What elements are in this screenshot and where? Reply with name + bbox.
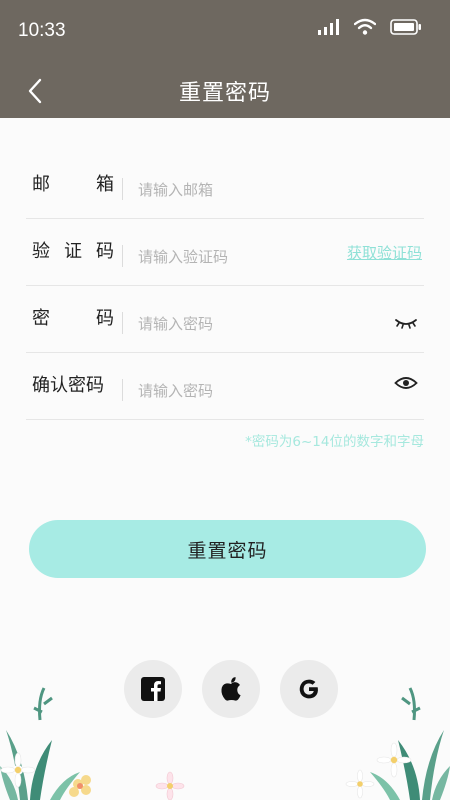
password-row: 密 码 (26, 286, 424, 353)
signal-icon (318, 18, 339, 35)
confirm-password-row: 确认密码 (26, 353, 424, 420)
email-row: 邮 箱 (26, 152, 424, 219)
google-icon (299, 679, 318, 699)
email-label-char: 箱 (96, 174, 114, 195)
email-label: 邮 箱 (32, 152, 114, 218)
page-title: 重置密码 (178, 81, 271, 106)
divider (122, 178, 123, 200)
code-label-char: 验 (32, 241, 50, 262)
password-label: 密 码 (32, 286, 114, 352)
get-code-link[interactable]: 获取验证码 (347, 242, 422, 263)
confirm-password-input[interactable] (136, 375, 340, 407)
email-input[interactable] (136, 174, 340, 206)
wifi-icon (354, 18, 376, 35)
code-label-char: 证 (64, 241, 82, 262)
apple-icon (221, 677, 241, 701)
status-time: 10:33 (18, 20, 66, 41)
code-row: 验 证 码 获取验证码 (26, 219, 424, 286)
eye-open-icon[interactable] (394, 373, 418, 393)
email-label-char: 邮 (32, 174, 50, 195)
confirm-password-label: 确认密码 (32, 375, 104, 396)
code-label-char: 码 (96, 241, 114, 262)
divider (122, 245, 123, 267)
password-hint: *密码为6~14位的数字和字母 (245, 434, 424, 450)
apple-login-button[interactable] (202, 660, 260, 718)
reset-password-button[interactable]: 重置密码 (29, 520, 426, 578)
plant-decoration-left (0, 687, 91, 800)
battery-icon (390, 18, 421, 35)
status-icons (318, 18, 422, 35)
password-input[interactable] (136, 308, 340, 340)
divider (122, 312, 123, 334)
flower-decoration (155, 771, 185, 800)
nav-bar: 重置密码 (0, 60, 450, 118)
verification-code-input[interactable] (136, 241, 340, 273)
header: 10:33 重置密码 (0, 0, 450, 118)
plant-decoration-right (345, 687, 450, 800)
reset-form: 邮 箱 验 证 码 获取验证码 密 码 确认密码 (26, 152, 424, 420)
code-label: 验 证 码 (32, 219, 114, 285)
password-label-char: 密 (32, 308, 50, 329)
status-bar: 10:33 (0, 0, 450, 60)
divider (122, 379, 123, 401)
eye-closed-icon[interactable] (394, 312, 418, 332)
facebook-icon (141, 677, 165, 701)
facebook-login-button[interactable] (124, 660, 182, 718)
password-label-char: 码 (96, 308, 114, 329)
